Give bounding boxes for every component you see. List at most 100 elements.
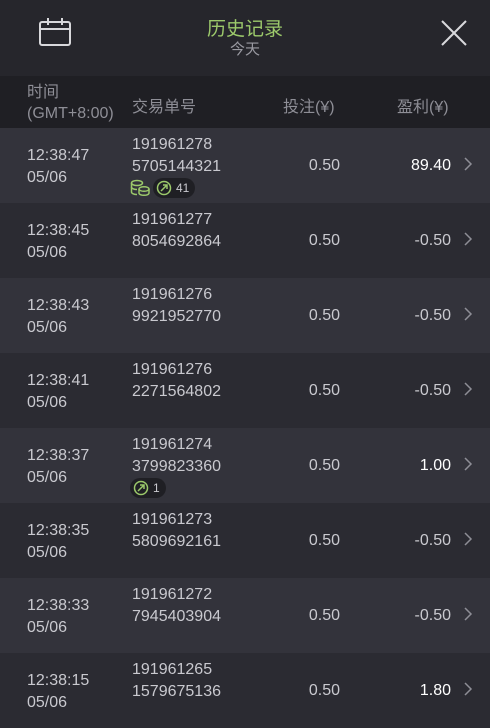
row-order-id-part1: 191961265 — [132, 661, 213, 678]
row-order-id-part1: 191961273 — [132, 511, 213, 528]
chevron-right-icon — [464, 307, 473, 321]
row-order-id: 191961276 9921952770 — [132, 284, 221, 328]
row-order-id-part2: 9921952770 — [132, 308, 221, 325]
chevron-right-icon — [464, 532, 473, 546]
header-bar: 历史记录 今天 — [0, 0, 490, 76]
row-date-value: 05/06 — [27, 169, 68, 186]
row-time-value: 12:38:41 — [27, 372, 90, 389]
history-list: 12:38:47 05/06 191961278 5705144321 41 0… — [0, 128, 490, 728]
row-profit: -0.50 — [414, 607, 451, 624]
row-order-id: 191961276 2271564802 — [132, 359, 221, 403]
row-order-id: 191961277 8054692864 — [132, 209, 221, 253]
row-profit: 89.40 — [410, 157, 451, 174]
date-filter-label: 今天 — [229, 41, 260, 58]
chevron-right-icon — [464, 607, 473, 621]
row-order-id-part2: 5705144321 — [132, 158, 221, 175]
row-order-id-part1: 191961276 — [132, 361, 213, 378]
column-timezone-label: (GMT+8:00) — [27, 105, 114, 122]
row-order-id-part1: 191961274 — [132, 436, 213, 453]
bonus-badge: 41 — [153, 178, 196, 198]
close-icon[interactable] — [438, 17, 470, 49]
column-header: 时间 (GMT+8:00) 交易单号 投注(¥) 盈利(¥) — [0, 76, 490, 128]
row-order-id-part2: 7945403904 — [132, 608, 221, 625]
row-time-value: 12:38:35 — [27, 522, 90, 539]
column-time: 时间 (GMT+8:00) — [27, 82, 114, 124]
history-row[interactable]: 12:38:47 05/06 191961278 5705144321 41 0… — [0, 128, 490, 203]
chevron-right-icon — [464, 157, 473, 171]
history-row[interactable]: 12:38:35 05/06 191961273 5809692161 0.50… — [0, 503, 490, 578]
row-time: 12:38:33 05/06 — [27, 595, 89, 639]
row-bet: 0.50 — [308, 457, 340, 474]
column-bet: 投注(¥) — [283, 99, 335, 116]
trend-arrow-icon — [156, 180, 172, 196]
row-date-value: 05/06 — [27, 244, 68, 261]
history-row[interactable]: 12:38:33 05/06 191961272 7945403904 0.50… — [0, 578, 490, 653]
row-profit: -0.50 — [414, 307, 451, 324]
row-profit: -0.50 — [414, 532, 451, 549]
history-row[interactable]: 12:38:41 05/06 191961276 2271564802 0.50… — [0, 353, 490, 428]
row-time-value: 12:38:15 — [27, 672, 90, 689]
chevron-right-icon — [464, 232, 473, 246]
row-date-value: 05/06 — [27, 319, 68, 336]
page-title: 历史记录 — [206, 19, 283, 40]
column-order-id: 交易单号 — [132, 99, 197, 116]
row-time-value: 12:38:45 — [27, 222, 90, 239]
row-time: 12:38:41 05/06 — [27, 370, 89, 414]
row-order-id-part1: 191961277 — [132, 211, 213, 228]
chevron-right-icon — [464, 682, 473, 696]
row-bet: 0.50 — [308, 307, 340, 324]
row-date-value: 05/06 — [27, 394, 68, 411]
column-time-label: 时间 — [27, 84, 60, 101]
row-time: 12:38:35 05/06 — [27, 520, 89, 564]
chevron-right-icon — [464, 457, 473, 471]
column-profit: 盈利(¥) — [397, 99, 449, 116]
row-bet: 0.50 — [308, 682, 340, 699]
row-badges: 41 — [130, 178, 196, 198]
row-order-id-part1: 191961276 — [132, 286, 213, 303]
row-bet: 0.50 — [308, 607, 340, 624]
row-bet: 0.50 — [308, 382, 340, 399]
row-order-id-part1: 191961278 — [132, 136, 213, 153]
row-time-value: 12:38:47 — [27, 147, 90, 164]
history-row[interactable]: 12:38:43 05/06 191961276 9921952770 0.50… — [0, 278, 490, 353]
row-bet: 0.50 — [308, 232, 340, 249]
row-badges: 1 — [130, 478, 166, 498]
row-date-value: 05/06 — [27, 619, 68, 636]
chevron-right-icon — [464, 382, 473, 396]
row-time: 12:38:45 05/06 — [27, 220, 89, 264]
row-bet: 0.50 — [308, 157, 340, 174]
history-row[interactable]: 12:38:45 05/06 191961277 8054692864 0.50… — [0, 203, 490, 278]
trend-arrow-icon — [133, 480, 149, 496]
row-time-value: 12:38:33 — [27, 597, 90, 614]
row-time: 12:38:37 05/06 — [27, 445, 89, 489]
row-time: 12:38:43 05/06 — [27, 295, 89, 339]
row-profit: 1.80 — [419, 682, 451, 699]
row-profit: -0.50 — [414, 382, 451, 399]
row-time-value: 12:38:43 — [27, 297, 90, 314]
history-row[interactable]: 12:38:15 05/06 191961265 1579675136 0.50… — [0, 653, 490, 728]
coins-icon — [130, 179, 150, 197]
row-order-id: 191961265 1579675136 — [132, 659, 221, 703]
row-profit: -0.50 — [414, 232, 451, 249]
bonus-count: 1 — [153, 481, 160, 495]
row-order-id-part2: 8054692864 — [132, 233, 221, 250]
row-order-id-part2: 3799823360 — [132, 458, 221, 475]
row-order-id-part1: 191961272 — [132, 586, 213, 603]
bonus-count: 41 — [176, 181, 190, 195]
row-time: 12:38:47 05/06 — [27, 145, 89, 189]
row-order-id: 191961274 3799823360 — [132, 434, 221, 478]
row-bet: 0.50 — [308, 532, 340, 549]
history-row[interactable]: 12:38:37 05/06 191961274 3799823360 1 0.… — [0, 428, 490, 503]
row-order-id: 191961273 5809692161 — [132, 509, 221, 553]
row-date-value: 05/06 — [27, 694, 68, 711]
row-order-id: 191961278 5705144321 — [132, 134, 221, 178]
bonus-badge: 1 — [130, 478, 166, 498]
row-date-value: 05/06 — [27, 544, 68, 561]
row-date-value: 05/06 — [27, 469, 68, 486]
row-profit: 1.00 — [419, 457, 451, 474]
row-time: 12:38:15 05/06 — [27, 670, 89, 714]
row-order-id-part2: 5809692161 — [132, 533, 221, 550]
row-order-id: 191961272 7945403904 — [132, 584, 221, 628]
row-time-value: 12:38:37 — [27, 447, 90, 464]
row-order-id-part2: 1579675136 — [132, 683, 221, 700]
